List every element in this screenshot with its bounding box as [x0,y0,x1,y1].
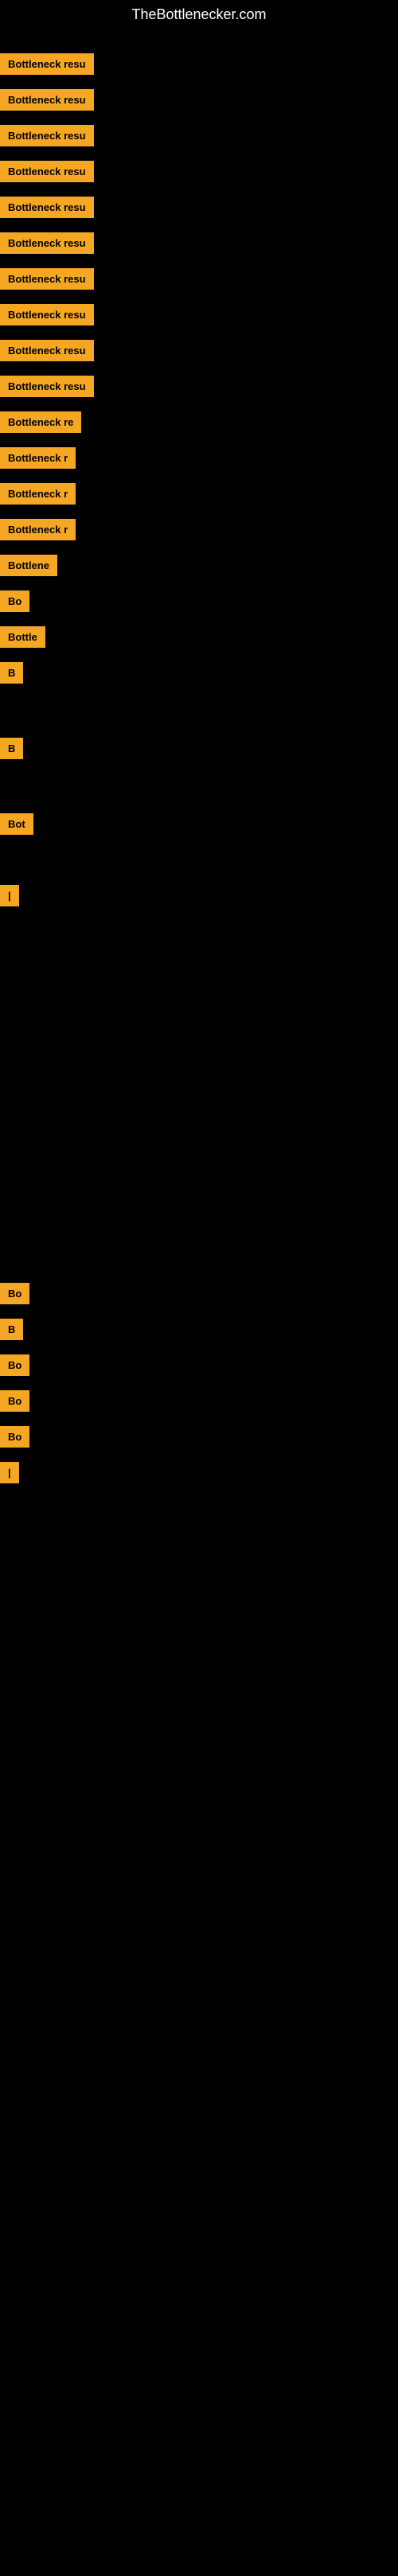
bottleneck-badge[interactable]: Bottleneck resu [0,161,94,182]
list-item: Bottleneck resu [0,268,94,290]
list-item: Bottleneck r [0,483,76,505]
bottleneck-badge[interactable]: Bottleneck resu [0,125,94,146]
list-item: Bot [0,813,33,835]
bottleneck-badge[interactable]: Bottleneck resu [0,304,94,325]
bottleneck-badge[interactable]: Bottle [0,626,45,648]
list-item: Bottleneck resu [0,125,94,146]
list-item: Bo [0,1426,29,1448]
bottleneck-badge[interactable]: Bottleneck resu [0,268,94,290]
list-item: Bottleneck resu [0,197,94,218]
list-item: Bo [0,1354,29,1376]
bottleneck-badge[interactable]: B [0,738,23,759]
bottleneck-badge[interactable]: Bottleneck r [0,519,76,540]
site-title: TheBottlenecker.com [0,0,398,29]
bottleneck-badge[interactable]: Bottleneck re [0,411,81,433]
list-item: | [0,1462,19,1483]
bottleneck-badge[interactable]: Bottleneck resu [0,53,94,75]
bottleneck-badge[interactable]: Bottleneck resu [0,89,94,111]
bottleneck-badge[interactable]: Bottleneck resu [0,376,94,397]
list-item: Bottleneck resu [0,161,94,182]
list-item: Bottleneck resu [0,304,94,325]
bottleneck-badge[interactable]: Bo [0,1426,29,1448]
bottleneck-badge[interactable]: Bottleneck r [0,483,76,505]
list-item: B [0,662,23,684]
list-item: Bottleneck resu [0,89,94,111]
list-item: B [0,1319,23,1340]
bottleneck-badge[interactable]: Bo [0,1354,29,1376]
list-item: Bottleneck r [0,519,76,540]
list-item: B [0,738,23,759]
bottleneck-badge[interactable]: Bo [0,1390,29,1412]
list-item: Bo [0,1390,29,1412]
list-item: Bottleneck re [0,411,81,433]
list-item: Bo [0,1283,29,1304]
bottleneck-badge[interactable]: Bo [0,590,29,612]
bottleneck-badge[interactable]: Bottleneck r [0,447,76,469]
list-item: Bottleneck r [0,447,76,469]
list-item: Bottleneck resu [0,232,94,254]
list-item: Bottleneck resu [0,53,94,75]
bottleneck-badge[interactable]: Bottleneck resu [0,197,94,218]
bottleneck-badge[interactable]: Bottleneck resu [0,232,94,254]
items-container: Bottleneck resu Bottleneck resu Bottleneck… [0,29,398,2576]
bottleneck-badge[interactable]: Bo [0,1283,29,1304]
bottleneck-badge[interactable]: Bottlene [0,555,57,576]
list-item: Bottlene [0,555,57,576]
bottleneck-badge[interactable]: B [0,662,23,684]
bottleneck-badge[interactable]: B [0,1319,23,1340]
list-item: | [0,885,19,906]
list-item: Bottleneck resu [0,340,94,361]
bottleneck-badge[interactable]: Bot [0,813,33,835]
bottleneck-badge[interactable]: Bottleneck resu [0,340,94,361]
list-item: Bottle [0,626,45,648]
bottleneck-badge[interactable]: | [0,1462,19,1483]
list-item: Bo [0,590,29,612]
list-item: Bottleneck resu [0,376,94,397]
bottleneck-badge[interactable]: | [0,885,19,906]
